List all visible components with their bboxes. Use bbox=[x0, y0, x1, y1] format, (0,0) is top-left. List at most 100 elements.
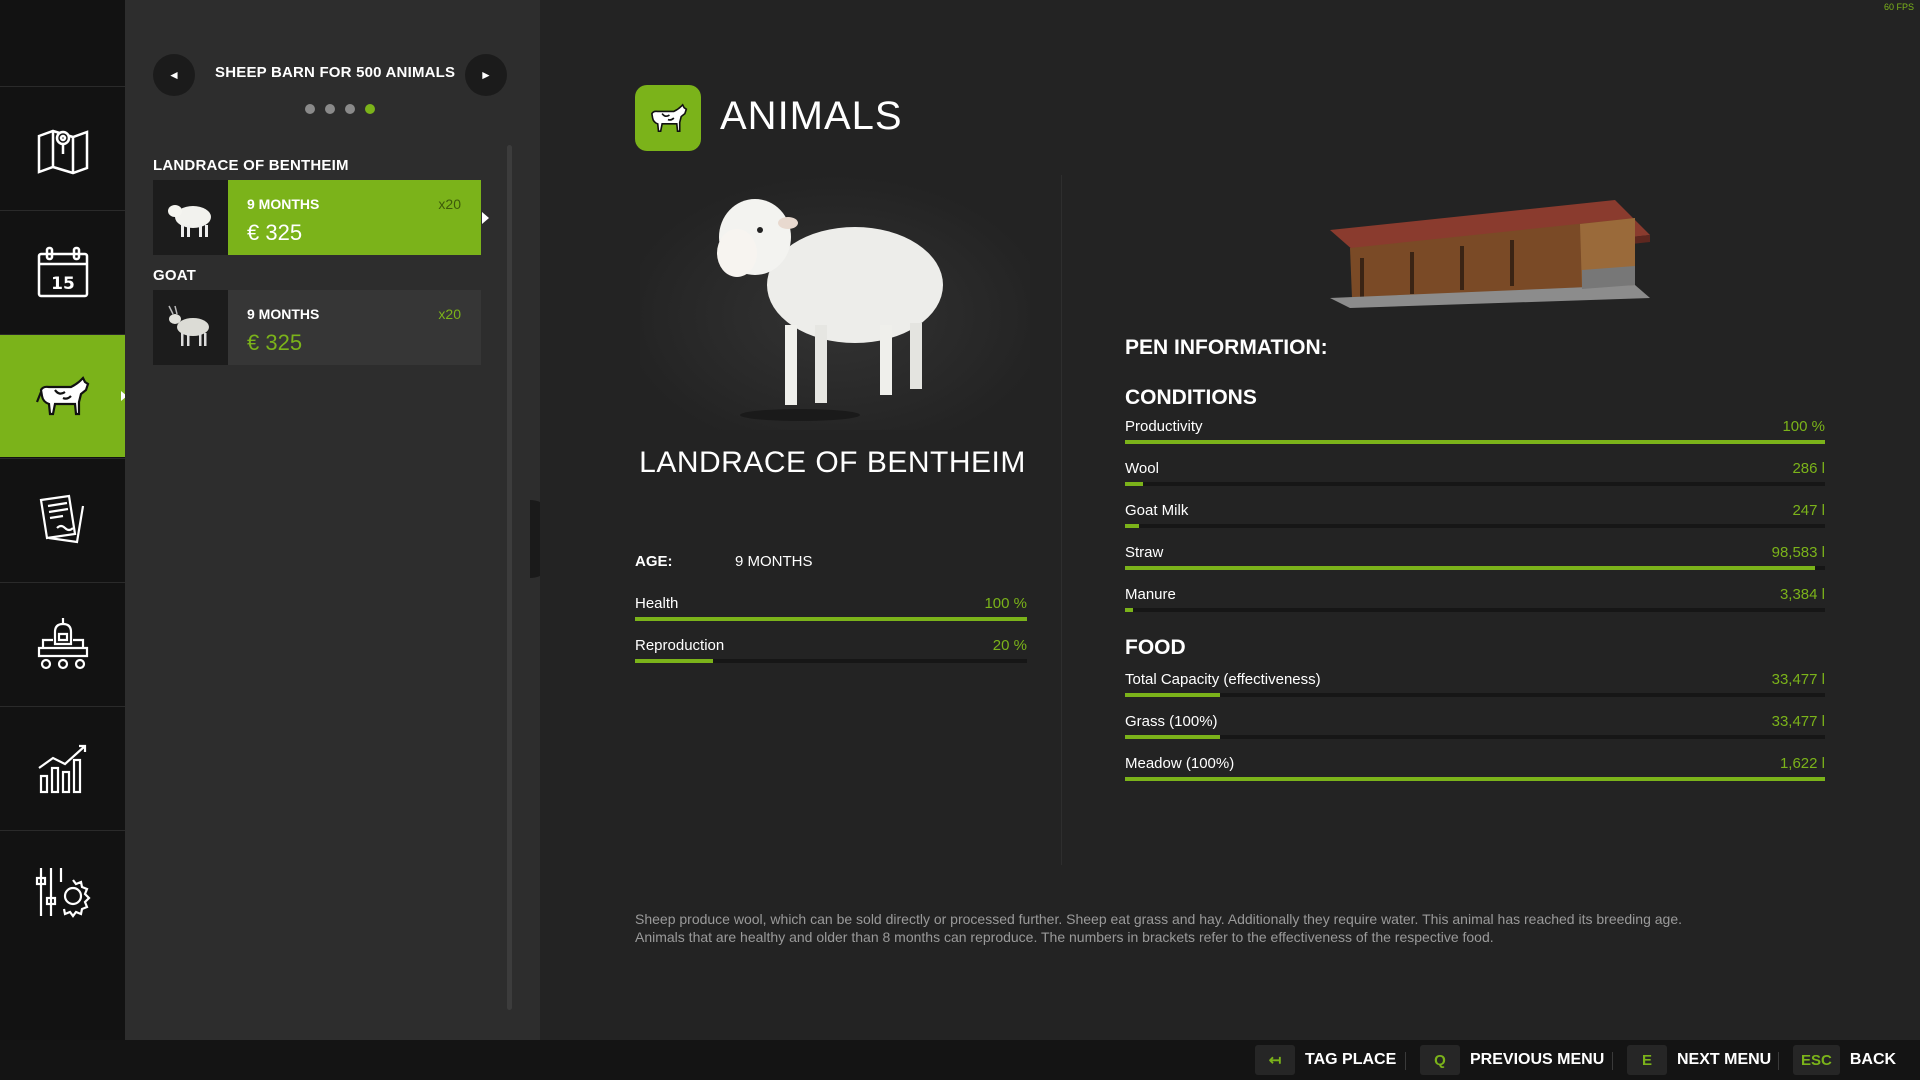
page-title: ANIMALS bbox=[720, 94, 903, 138]
sheep-image bbox=[640, 175, 1030, 430]
condition-row: Productivity 100 % bbox=[1125, 418, 1825, 448]
rail-item-map[interactable] bbox=[0, 86, 125, 209]
condition-name: Straw bbox=[1125, 544, 1164, 561]
page-dot-active[interactable] bbox=[365, 104, 375, 114]
food-bar bbox=[1125, 693, 1825, 697]
food-bar-fill bbox=[1125, 777, 1825, 781]
svg-text:15: 15 bbox=[51, 274, 75, 294]
condition-bar bbox=[1125, 524, 1825, 528]
animal-card-landrace[interactable]: 9 MONTHS x20 € 325 bbox=[153, 180, 489, 255]
health-bar-fill bbox=[635, 617, 1027, 621]
condition-bar-fill bbox=[1125, 608, 1134, 612]
previous-menu-hint[interactable]: Q PREVIOUS MENU bbox=[1420, 1045, 1604, 1075]
rail-item-calendar[interactable]: 15 bbox=[0, 210, 125, 333]
rail-item-production[interactable] bbox=[0, 582, 125, 705]
main-content: ANIMALS LANDRACE OF BENTHEIM AGE: 9 MONT… bbox=[540, 0, 1920, 1040]
hint-label: PREVIOUS MENU bbox=[1470, 1051, 1605, 1068]
condition-row: Manure 3,384 l bbox=[1125, 586, 1825, 616]
page-dot[interactable] bbox=[305, 104, 315, 114]
condition-bar bbox=[1125, 440, 1825, 444]
column-divider bbox=[1061, 175, 1062, 865]
condition-bar bbox=[1125, 482, 1825, 486]
statistics-icon bbox=[37, 744, 86, 794]
rail-item-statistics[interactable] bbox=[0, 706, 125, 829]
pen-information-heading: PEN INFORMATION: bbox=[1125, 336, 1328, 359]
settings-icon bbox=[35, 868, 91, 918]
health-bar bbox=[635, 617, 1027, 621]
hint-label: TAG PLACE bbox=[1305, 1051, 1397, 1068]
food-value: 33,477 l bbox=[1771, 671, 1825, 688]
next-page-button[interactable]: ► bbox=[465, 54, 507, 96]
key-badge: ESC bbox=[1793, 1045, 1840, 1075]
barn-title: SHEEP BARN FOR 500 ANIMALS bbox=[215, 64, 456, 81]
rail-item-contracts[interactable] bbox=[0, 458, 125, 581]
food-name: Grass (100%) bbox=[1125, 713, 1218, 730]
description-line: Sheep produce wool, which can be sold di… bbox=[635, 911, 1682, 927]
animal-card-goat[interactable]: 9 MONTHS x20 € 325 bbox=[153, 290, 481, 365]
card-quantity: x20 bbox=[438, 306, 461, 322]
food-bar-fill bbox=[1125, 693, 1220, 697]
animal-name: LANDRACE OF BENTHEIM bbox=[639, 446, 1026, 479]
contracts-icon bbox=[39, 494, 84, 544]
back-hint[interactable]: ESC BACK bbox=[1793, 1045, 1896, 1075]
condition-bar bbox=[1125, 608, 1825, 612]
food-row: Grass (100%) 33,477 l bbox=[1125, 713, 1825, 743]
stat-name: Health bbox=[635, 595, 679, 612]
calendar-icon: 15 bbox=[37, 246, 88, 298]
condition-value: 98,583 l bbox=[1771, 544, 1825, 561]
condition-name: Productivity bbox=[1125, 418, 1203, 435]
condition-bar-fill bbox=[1125, 566, 1815, 570]
page-dot[interactable] bbox=[325, 104, 335, 114]
barn-image bbox=[1330, 200, 1650, 308]
condition-bar-fill bbox=[1125, 440, 1825, 444]
list-scrollbar[interactable] bbox=[507, 145, 512, 1010]
hint-label: NEXT MENU bbox=[1677, 1051, 1772, 1068]
cow-icon bbox=[35, 376, 89, 416]
condition-row: Wool 286 l bbox=[1125, 460, 1825, 490]
item-list-panel: ◄ SHEEP BARN FOR 500 ANIMALS ► LANDRACE … bbox=[125, 0, 540, 1040]
stat-value: 100 % bbox=[984, 595, 1027, 612]
menu-rail: 15 bbox=[0, 0, 127, 1040]
condition-row: Straw 98,583 l bbox=[1125, 544, 1825, 574]
previous-page-button[interactable]: ◄ bbox=[153, 54, 195, 96]
key-badge: E bbox=[1627, 1045, 1667, 1075]
age-value: 9 MONTHS bbox=[735, 553, 813, 570]
condition-bar-fill bbox=[1125, 482, 1143, 486]
condition-bar bbox=[1125, 566, 1825, 570]
condition-name: Wool bbox=[1125, 460, 1159, 477]
stat-value: 20 % bbox=[992, 637, 1027, 654]
card-age: 9 MONTHS bbox=[247, 196, 320, 212]
screen: 15 ◄ SHEEP BARN FOR 500 ANIMALS ► LANDRA… bbox=[0, 0, 1920, 1080]
fps-counter: 60 FPS bbox=[1883, 2, 1914, 12]
hint-separator bbox=[1405, 1052, 1406, 1070]
food-bar-fill bbox=[1125, 735, 1220, 739]
food-name: Total Capacity (effectiveness) bbox=[1125, 671, 1321, 688]
food-row: Total Capacity (effectiveness) 33,477 l bbox=[1125, 671, 1825, 701]
rail-item-animals[interactable] bbox=[0, 334, 127, 457]
tag-place-hint[interactable]: ↤ TAG PLACE bbox=[1255, 1045, 1396, 1075]
condition-name: Goat Milk bbox=[1125, 502, 1189, 519]
age-label: AGE: bbox=[635, 553, 673, 570]
card-age: 9 MONTHS bbox=[247, 306, 320, 322]
condition-bar-fill bbox=[1125, 524, 1139, 528]
food-row: Meadow (100%) 1,622 l bbox=[1125, 755, 1825, 785]
card-price: € 325 bbox=[247, 330, 303, 355]
input-hint-bar: ↤ TAG PLACE Q PREVIOUS MENU E NEXT MENU … bbox=[0, 1040, 1920, 1080]
animals-header-icon bbox=[635, 85, 701, 151]
selected-caret-icon bbox=[482, 212, 489, 224]
animal-description: Sheep produce wool, which can be sold di… bbox=[635, 910, 1775, 946]
rail-item-settings[interactable] bbox=[0, 830, 125, 953]
page-dot[interactable] bbox=[345, 104, 355, 114]
condition-value: 247 l bbox=[1792, 502, 1825, 519]
stat-name: Reproduction bbox=[635, 637, 725, 654]
hint-separator bbox=[1612, 1052, 1613, 1070]
health-stat: Health 100 % bbox=[635, 595, 1027, 625]
arrow-right-icon: ► bbox=[480, 68, 492, 82]
hint-label: BACK bbox=[1849, 1051, 1897, 1068]
map-icon bbox=[37, 129, 88, 175]
next-menu-hint[interactable]: E NEXT MENU bbox=[1627, 1045, 1771, 1075]
key-badge: ↤ bbox=[1255, 1045, 1295, 1075]
conditions-heading: CONDITIONS bbox=[1125, 386, 1257, 409]
condition-value: 3,384 l bbox=[1779, 586, 1825, 603]
condition-name: Manure bbox=[1125, 586, 1176, 603]
